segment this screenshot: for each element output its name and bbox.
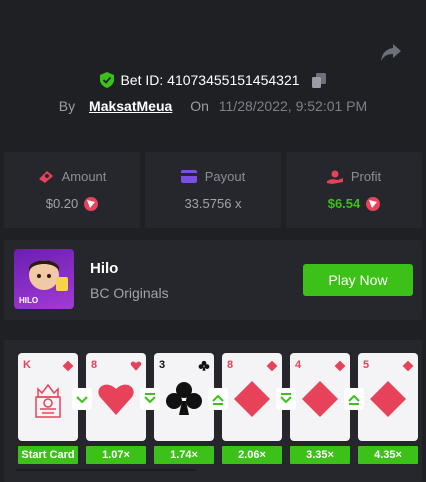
payout-icon <box>180 170 197 183</box>
trx-coin-icon <box>366 196 381 211</box>
card-multiplier: 1.07× <box>86 446 146 464</box>
card-multiplier: Start Card <box>18 446 78 464</box>
card-rank: K <box>23 359 31 371</box>
amount-icon <box>38 170 53 183</box>
card-rank: 4 <box>295 359 302 371</box>
higher-or-same-guess-icon <box>208 388 228 410</box>
payout-label: Payout <box>204 169 246 184</box>
heart-icon <box>96 379 136 419</box>
lower-or-same-guess-icon <box>276 388 296 410</box>
playing-card: 8 <box>222 353 282 441</box>
card-rank: 5 <box>363 359 370 371</box>
card-rank: 3 <box>159 359 166 371</box>
card-rank: 8 <box>91 359 98 371</box>
king-face-icon <box>28 379 68 419</box>
card-multiplier: 1.74× <box>154 446 214 464</box>
heart-icon <box>130 359 142 371</box>
playing-card: 8 <box>86 353 146 441</box>
profit-value: $6.54 <box>327 196 361 211</box>
by-label: By <box>58 98 76 114</box>
game-thumb-label: HILO <box>19 296 39 305</box>
playing-card: 5 <box>358 353 418 441</box>
bet-meta: By MaksatMeua On 11/28/2022, 9:52:01 PM <box>0 98 426 114</box>
profit-icon <box>326 170 343 184</box>
diamond-icon <box>266 359 278 372</box>
diamond-icon <box>62 359 74 372</box>
play-now-button[interactable]: Play Now <box>303 264 413 296</box>
hilo-history: K Start Card 8 1.07× 3 1.74× 8 2.06× 4 3.35× 5 4.35… <box>4 340 422 482</box>
trx-coin-icon <box>84 196 99 211</box>
game-panel: HILO Hilo BC Originals Play Now <box>4 240 422 320</box>
card-multiplier: 3.35× <box>290 446 350 464</box>
verified-shield-icon <box>100 72 115 88</box>
card-rank: 8 <box>227 359 234 371</box>
share-icon[interactable] <box>380 42 402 62</box>
lower-or-same-guess-icon <box>140 388 160 410</box>
amount-label: Amount <box>61 169 107 184</box>
bet-id-row: Bet ID: 41073455151454321 <box>0 72 426 92</box>
diamond-icon <box>232 379 272 419</box>
playing-card: 4 <box>290 353 350 441</box>
lower-guess-icon <box>72 388 92 410</box>
card-multiplier: 4.35× <box>358 446 418 464</box>
payout-value: 33.5756 x <box>184 196 242 211</box>
club-icon <box>164 379 204 419</box>
hilo-game-thumbnail[interactable]: HILO <box>14 249 74 309</box>
amount-value: $0.20 <box>45 196 79 211</box>
game-name[interactable]: Hilo <box>90 260 118 277</box>
higher-or-same-guess-icon <box>344 388 364 410</box>
bet-datetime: 11/28/2022, 9:52:01 PM <box>218 98 368 114</box>
profit-label: Profit <box>350 169 382 184</box>
game-provider: BC Originals <box>90 285 169 301</box>
copy-icon[interactable] <box>311 72 326 88</box>
diamond-icon <box>368 379 408 419</box>
bet-id: Bet ID: 41073455151454321 <box>120 72 300 88</box>
diamond-icon <box>334 359 346 372</box>
divider <box>16 469 196 471</box>
payout-card: Payout 33.5756 x <box>145 152 281 228</box>
diamond-icon <box>300 379 340 419</box>
amount-card: Amount $0.20 <box>4 152 140 228</box>
diamond-icon <box>402 359 414 372</box>
on-label: On <box>190 98 209 114</box>
profit-card: Profit $6.54 <box>286 152 422 228</box>
club-icon <box>198 359 210 371</box>
username-link[interactable]: MaksatMeua <box>89 98 172 114</box>
bet-stats: Amount $0.20 Payout 33.5756 x Profit $6.… <box>4 152 422 228</box>
playing-card: 3 <box>154 353 214 441</box>
playing-card: K <box>18 353 78 441</box>
card-multiplier: 2.06× <box>222 446 282 464</box>
